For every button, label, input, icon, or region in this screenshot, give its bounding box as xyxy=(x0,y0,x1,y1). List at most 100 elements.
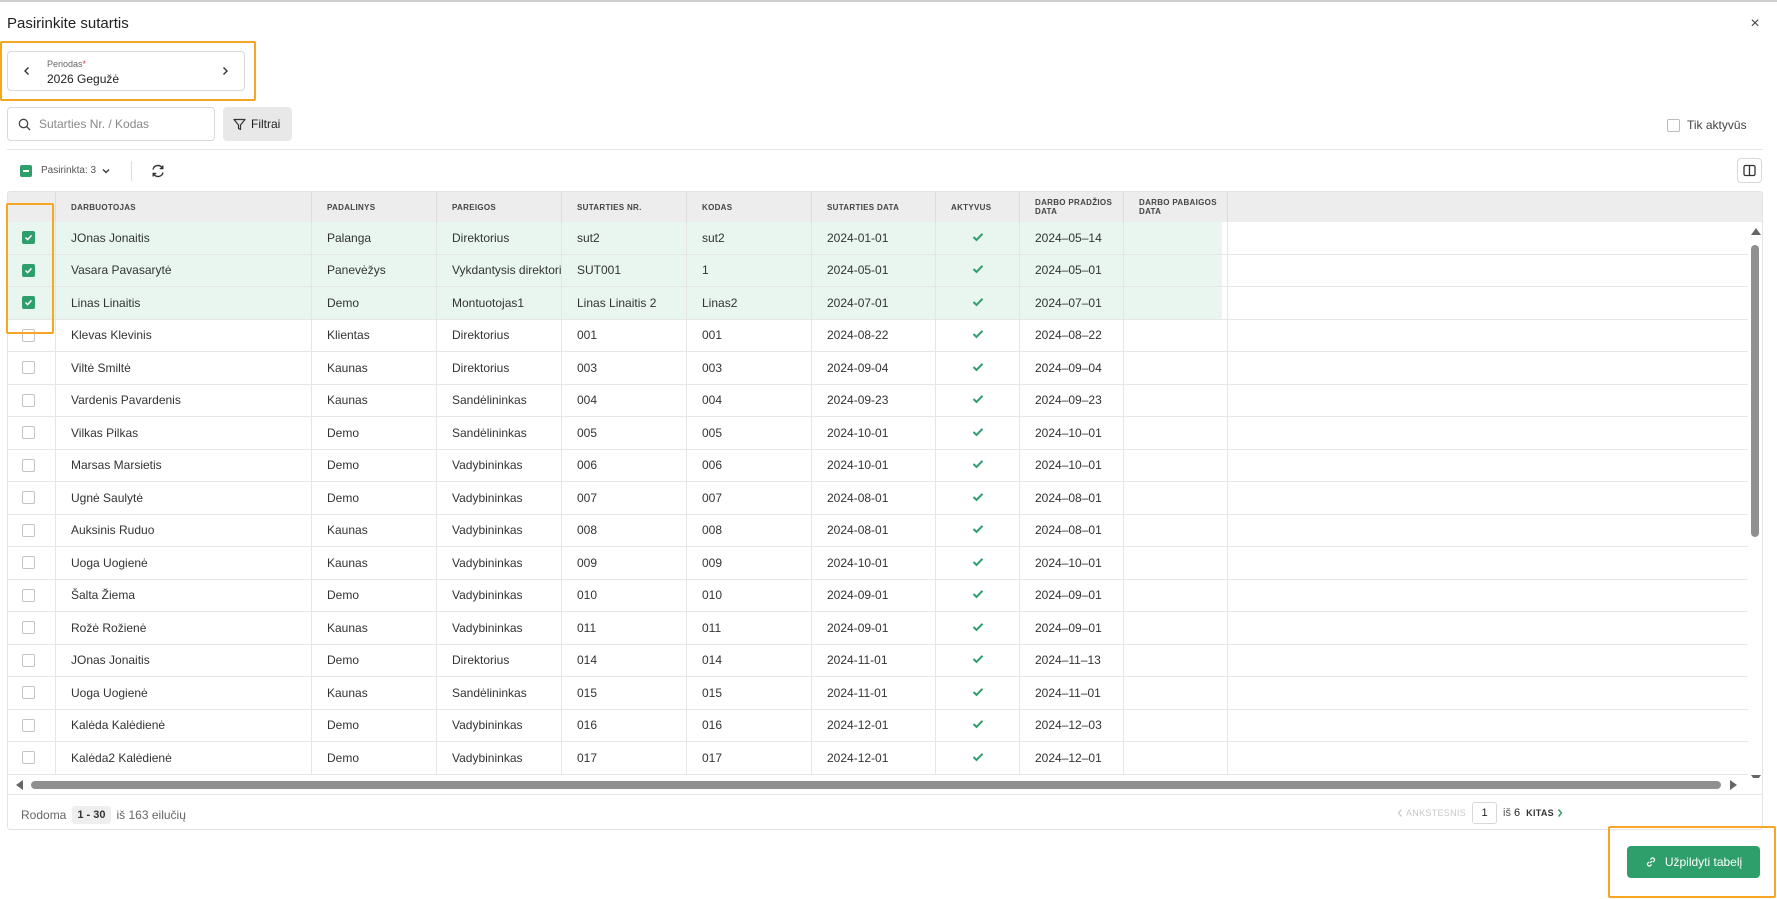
next-page-button[interactable]: KITAS xyxy=(1526,808,1564,818)
check-icon xyxy=(972,458,984,472)
cell-select xyxy=(8,384,56,416)
cell-contract-no: SUT001 xyxy=(562,254,687,286)
row-checkbox[interactable] xyxy=(22,588,35,602)
chevron-right-icon[interactable] xyxy=(216,62,234,80)
search-input[interactable] xyxy=(39,115,209,133)
row-checkbox[interactable] xyxy=(22,361,35,375)
row-checkbox[interactable] xyxy=(22,718,35,732)
table-row[interactable]: Uoga Uogienė Kaunas Vadybininkas 009 009 2024… xyxy=(8,547,1748,580)
header-end-date[interactable]: Darbo pabaigos data xyxy=(1124,192,1228,222)
cell-start-date: 2024–05–14 xyxy=(1020,222,1124,254)
period-value[interactable]: 2026 Gegužė xyxy=(47,72,119,86)
page-input[interactable]: 1 xyxy=(1472,802,1498,824)
table-row[interactable]: Vilkas Pilkas Demo Sandėlininkas 005 005 2024… xyxy=(8,417,1748,450)
table-row[interactable]: Klevas Klevinis Klientas Direktorius 001 001… xyxy=(8,319,1748,352)
cell-contract-no: 007 xyxy=(562,482,687,514)
scroll-right-icon[interactable] xyxy=(1730,780,1737,790)
column-settings-button[interactable] xyxy=(1737,158,1762,183)
selection-highlight xyxy=(6,203,54,334)
check-icon xyxy=(972,686,984,700)
cell-position: Sandėlininkas xyxy=(437,417,562,449)
prev-page-button[interactable]: ANKSTESNIS xyxy=(1396,808,1466,818)
cell-division: Panevėžys xyxy=(312,254,437,286)
cell-employee: Auksinis Ruduo xyxy=(56,514,312,546)
chevron-left-icon[interactable] xyxy=(18,62,36,80)
close-icon[interactable]: × xyxy=(1747,16,1763,32)
table-row[interactable]: JOnas Jonaitis Palanga Direktorius sut2 sut2… xyxy=(8,222,1748,255)
table-row[interactable]: Viltė Smiltė Kaunas Direktorius 003 003 2024-… xyxy=(8,352,1748,385)
table-row[interactable]: Kalėda2 Kalėdienė Demo Vadybininkas 017 017 2… xyxy=(8,742,1748,775)
cell-position: Direktorius xyxy=(437,644,562,676)
header-position[interactable]: Pareigos xyxy=(437,192,562,222)
cell-active xyxy=(936,709,1020,741)
filters-label: Filtrai xyxy=(251,117,281,131)
row-checkbox[interactable] xyxy=(22,621,35,635)
table-row[interactable]: Ugnė Saulytė Demo Vadybininkas 007 007 2024-0… xyxy=(8,482,1748,515)
row-checkbox[interactable] xyxy=(22,393,35,407)
cell-employee: Linas Linaitis xyxy=(56,287,312,319)
cell-position: Vadybininkas xyxy=(437,449,562,481)
row-checkbox[interactable] xyxy=(22,426,35,440)
horizontal-scroll-thumb[interactable] xyxy=(31,781,1721,789)
horizontal-scrollbar[interactable] xyxy=(8,778,1762,792)
table-row[interactable]: Šalta Žiema Demo Vadybininkas 010 010 2024-09… xyxy=(8,579,1748,612)
header-employee[interactable]: Darbuotojas xyxy=(56,192,312,222)
selection-dropdown[interactable]: Pasirinkta: 3 xyxy=(41,165,111,176)
vertical-scroll-thumb[interactable] xyxy=(1751,245,1759,537)
table-row[interactable]: JOnas Jonaitis Demo Direktorius 014 014 2024-… xyxy=(8,644,1748,677)
row-checkbox[interactable] xyxy=(22,686,35,700)
cell-contract-date: 2024-12-01 xyxy=(812,709,936,741)
select-all-checkbox[interactable] xyxy=(20,165,32,177)
header-active[interactable]: Aktyvus xyxy=(936,192,1020,222)
header-start-date[interactable]: Darbo pradžios data xyxy=(1020,192,1124,222)
cell-active xyxy=(936,319,1020,351)
header-code[interactable]: Kodas xyxy=(687,192,812,222)
header-contract-no[interactable]: Sutarties Nr. xyxy=(562,192,687,222)
cell-contract-no: 005 xyxy=(562,417,687,449)
cell-end-date xyxy=(1124,709,1228,741)
top-border xyxy=(0,0,1777,2)
refresh-icon[interactable] xyxy=(150,163,166,179)
table-row[interactable]: Vasara Pavasarytė Panevėžys Vykdantysis di… xyxy=(8,254,1748,287)
cell-position: Montuotojas1 xyxy=(437,287,562,319)
table-row[interactable]: Vardenis Pavardenis Kaunas Sandėlininkas 00… xyxy=(8,384,1748,417)
header-division[interactable]: Padalinys xyxy=(312,192,437,222)
row-checkbox[interactable] xyxy=(22,491,35,505)
row-checkbox[interactable] xyxy=(22,653,35,667)
row-checkbox[interactable] xyxy=(22,751,35,765)
cell-division: Demo xyxy=(312,579,437,611)
row-checkbox[interactable] xyxy=(22,556,35,570)
cell-employee: Vilkas Pilkas xyxy=(56,417,312,449)
table-row[interactable]: Linas Linaitis Demo Montuotojas1 Linas Lina… xyxy=(8,287,1748,320)
cell-end-date xyxy=(1124,612,1228,644)
scroll-left-icon[interactable] xyxy=(16,780,23,790)
table-row[interactable]: Uoga Uogienė Kaunas Sandėlininkas 015 015 202… xyxy=(8,677,1748,710)
cell-end-date xyxy=(1124,547,1228,579)
only-active-checkbox[interactable] xyxy=(1667,118,1680,132)
cell-select xyxy=(8,514,56,546)
check-icon xyxy=(972,361,984,375)
fill-timesheet-button[interactable]: Užpildyti tabelį xyxy=(1627,846,1760,878)
table-row[interactable]: Rožė Rožienė Kaunas Vadybininkas 011 011 2024… xyxy=(8,612,1748,645)
scroll-up-icon[interactable] xyxy=(1751,228,1761,235)
cell-contract-date: 2024-08-22 xyxy=(812,319,936,351)
cell-select xyxy=(8,352,56,384)
row-checkbox[interactable] xyxy=(22,458,35,472)
vertical-scrollbar[interactable] xyxy=(1748,222,1762,808)
cell-contract-date: 2024-10-01 xyxy=(812,449,936,481)
cell-end-date xyxy=(1124,222,1228,254)
cell-code: 001 xyxy=(687,319,812,351)
cell-employee: Viltė Smiltė xyxy=(56,352,312,384)
table-header: Darbuotojas Padalinys Pareigos Sutarties… xyxy=(8,192,1762,222)
cell-code: sut2 xyxy=(687,222,812,254)
table-row[interactable]: Auksinis Ruduo Kaunas Vadybininkas 008 008 20… xyxy=(8,514,1748,547)
header-contract-date[interactable]: Sutarties data xyxy=(812,192,936,222)
filters-button[interactable]: Filtrai xyxy=(223,107,292,141)
cell-active xyxy=(936,644,1020,676)
table-row[interactable]: Kalėda Kalėdienė Demo Vadybininkas 016 016 20… xyxy=(8,709,1748,742)
table-row[interactable]: Marsas Marsietis Demo Vadybininkas 006 006 20… xyxy=(8,449,1748,482)
cell-active xyxy=(936,482,1020,514)
row-checkbox[interactable] xyxy=(22,523,35,537)
only-active-toggle[interactable]: Tik aktyvūs xyxy=(1667,118,1747,132)
check-icon xyxy=(972,231,984,245)
